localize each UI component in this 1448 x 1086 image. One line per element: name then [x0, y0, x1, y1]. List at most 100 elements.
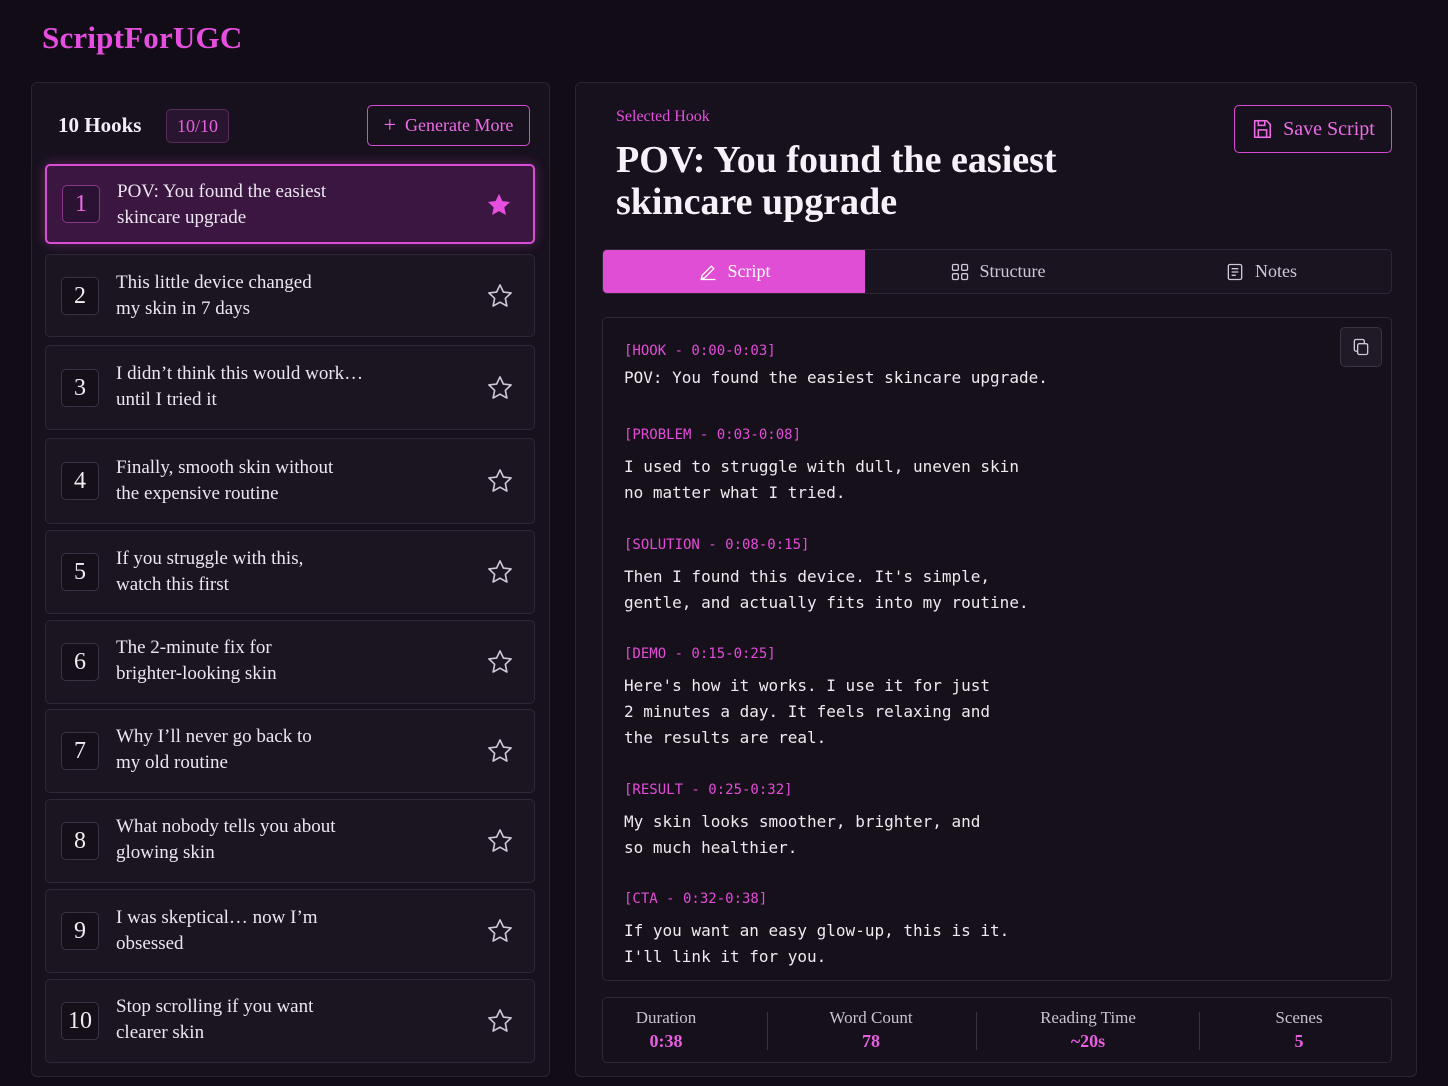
hook-item-3[interactable]: 3 I didn’t think this would work… until …	[45, 345, 535, 430]
tab-script[interactable]: Script	[603, 250, 865, 293]
stat-value: 5	[1294, 1031, 1304, 1051]
stat-label: Word Count	[829, 1008, 913, 1027]
copy-button[interactable]	[1340, 327, 1382, 367]
hook-item-7[interactable]: 7 Why I’ll never go back to my old routi…	[45, 709, 535, 793]
save-script-button[interactable]: Save Script	[1234, 105, 1392, 153]
tab-label: Notes	[1255, 261, 1297, 281]
section-body: My skin looks smoother, brighter, and so…	[624, 812, 981, 857]
hook-text-line: until I tried it	[116, 389, 217, 410]
section-tag: [DEMO - 0:15-0:25]	[624, 646, 776, 662]
star-filled-icon[interactable]	[485, 191, 513, 219]
hook-item-5[interactable]: 5 If you struggle with this, watch this …	[45, 530, 535, 614]
hook-text: The 2-minute fix for brighter-looking sk…	[116, 635, 446, 687]
stat-divider	[1199, 1012, 1200, 1050]
hook-number: 5	[61, 553, 99, 591]
tab-label: Script	[727, 261, 771, 281]
save-script-label: Save Script	[1283, 117, 1375, 140]
hook-text-line: Why I’ll never go back to	[116, 726, 312, 747]
generate-more-button[interactable]: + Generate More	[367, 105, 530, 146]
hook-number: 10	[61, 1002, 99, 1040]
hook-number: 8	[61, 822, 99, 860]
section-tag: [SOLUTION - 0:08-0:15]	[624, 537, 810, 553]
hook-number: 7	[61, 732, 99, 770]
hook-item-6[interactable]: 6 The 2-minute fix for brighter-looking …	[45, 620, 535, 704]
hook-number: 1	[62, 185, 100, 223]
script-section-hook: [HOOK - 0:00-0:03] POV: You found the ea…	[624, 342, 1048, 391]
tab-structure[interactable]: Structure	[865, 250, 1130, 293]
hook-number: 6	[61, 643, 99, 681]
plus-icon: +	[383, 111, 396, 137]
hooks-panel: 10 Hooks 10/10 + Generate More 1 POV: Yo…	[31, 82, 550, 1077]
copy-icon	[1353, 338, 1369, 356]
hook-item-2[interactable]: 2 This little device changed my skin in …	[45, 254, 535, 337]
hook-text-line: skincare upgrade	[117, 207, 247, 228]
script-stats: Duration 0:38 Word Count 78 Reading Time…	[602, 997, 1392, 1063]
document-icon	[1227, 263, 1243, 280]
hook-text: This little device changed my skin in 7 …	[116, 270, 446, 322]
hook-text-line: my old routine	[116, 752, 228, 773]
hook-number: 4	[61, 462, 99, 500]
stat-duration: Duration 0:38	[603, 1008, 729, 1052]
hook-text-line: the expensive routine	[116, 483, 279, 504]
hook-item-1[interactable]: 1 POV: You found the easiest skincare up…	[45, 164, 535, 244]
stat-label: Duration	[635, 1008, 697, 1027]
generate-more-label: Generate More	[404, 115, 514, 135]
hook-text: POV: You found the easiest skincare upgr…	[117, 179, 447, 231]
stat-reading-time: Reading Time ~20s	[1003, 1008, 1173, 1052]
section-body: Here's how it works. I use it for just 2…	[624, 676, 991, 747]
section-body: POV: You found the easiest skincare upgr…	[624, 368, 1048, 387]
hook-item-4[interactable]: 4 Finally, smooth skin without the expen…	[45, 438, 535, 524]
stat-value: ~20s	[1070, 1031, 1106, 1051]
star-outline-icon[interactable]	[486, 1007, 514, 1035]
hook-text: Why I’ll never go back to my old routine	[116, 724, 446, 776]
hook-text-line: my skin in 7 days	[116, 298, 251, 319]
script-section-demo: [DEMO - 0:15-0:25] Here's how it works. …	[624, 645, 990, 751]
star-outline-icon[interactable]	[486, 737, 514, 765]
tab-label: Structure	[979, 261, 1046, 281]
hook-item-8[interactable]: 8 What nobody tells you about glowing sk…	[45, 799, 535, 883]
star-outline-icon[interactable]	[486, 467, 514, 495]
script-section-cta: [CTA - 0:32-0:38] If you want an easy gl…	[624, 890, 1009, 970]
hook-text-line: glowing skin	[116, 842, 215, 863]
star-outline-icon[interactable]	[486, 648, 514, 676]
hook-text-line: This little device changed	[116, 272, 312, 293]
hook-number: 2	[61, 277, 99, 315]
grid-icon	[951, 263, 968, 280]
hook-text: If you struggle with this, watch this fi…	[116, 546, 446, 598]
section-tag: [PROBLEM - 0:03-0:08]	[624, 427, 802, 443]
hook-text-line: If you struggle with this,	[116, 548, 304, 569]
hook-text: I was skeptical… now I’m obsessed	[116, 905, 446, 957]
detail-tabs: Script Structure Notes	[602, 249, 1392, 294]
stat-value: 78	[862, 1031, 880, 1051]
script-section-result: [RESULT - 0:25-0:32] My skin looks smoot…	[624, 781, 980, 861]
hook-item-9[interactable]: 9 I was skeptical… now I’m obsessed	[45, 889, 535, 973]
star-outline-icon[interactable]	[486, 558, 514, 586]
hook-text-line: What nobody tells you about	[116, 816, 336, 837]
title-line: skincare upgrade	[616, 181, 898, 223]
stat-value: 0:38	[649, 1031, 683, 1051]
hook-number: 9	[61, 912, 99, 950]
star-outline-icon[interactable]	[486, 282, 514, 310]
hook-text-line: The 2-minute fix for	[116, 637, 272, 658]
section-tag: [CTA - 0:32-0:38]	[624, 891, 768, 907]
hooks-counter-badge: 10/10	[166, 109, 230, 143]
selected-hook-title: POV: You found the easiest skincare upgr…	[616, 139, 1156, 223]
stat-scenes: Scenes 5	[1243, 1008, 1355, 1052]
stat-label: Scenes	[1275, 1008, 1323, 1027]
hook-item-10[interactable]: 10 Stop scrolling if you want clearer sk…	[45, 979, 535, 1063]
script-section-solution: [SOLUTION - 0:08-0:15] Then I found this…	[624, 536, 1029, 616]
section-body: If you want an easy glow-up, this is it.…	[624, 921, 1010, 966]
star-outline-icon[interactable]	[486, 827, 514, 855]
pencil-icon	[700, 265, 715, 280]
hook-text: Stop scrolling if you want clearer skin	[116, 994, 446, 1046]
hook-text-line: Stop scrolling if you want	[116, 996, 314, 1017]
star-outline-icon[interactable]	[486, 917, 514, 945]
tab-notes[interactable]: Notes	[1130, 250, 1392, 293]
script-section-problem: [PROBLEM - 0:03-0:08] I used to struggle…	[624, 426, 1019, 506]
hook-text-line: obsessed	[116, 933, 184, 954]
script-content[interactable]: [HOOK - 0:00-0:03] POV: You found the ea…	[602, 317, 1392, 981]
hook-text: What nobody tells you about glowing skin	[116, 814, 446, 866]
hook-text-line: watch this first	[116, 574, 229, 595]
star-outline-icon[interactable]	[486, 374, 514, 402]
hook-text: Finally, smooth skin without the expensi…	[116, 455, 446, 507]
